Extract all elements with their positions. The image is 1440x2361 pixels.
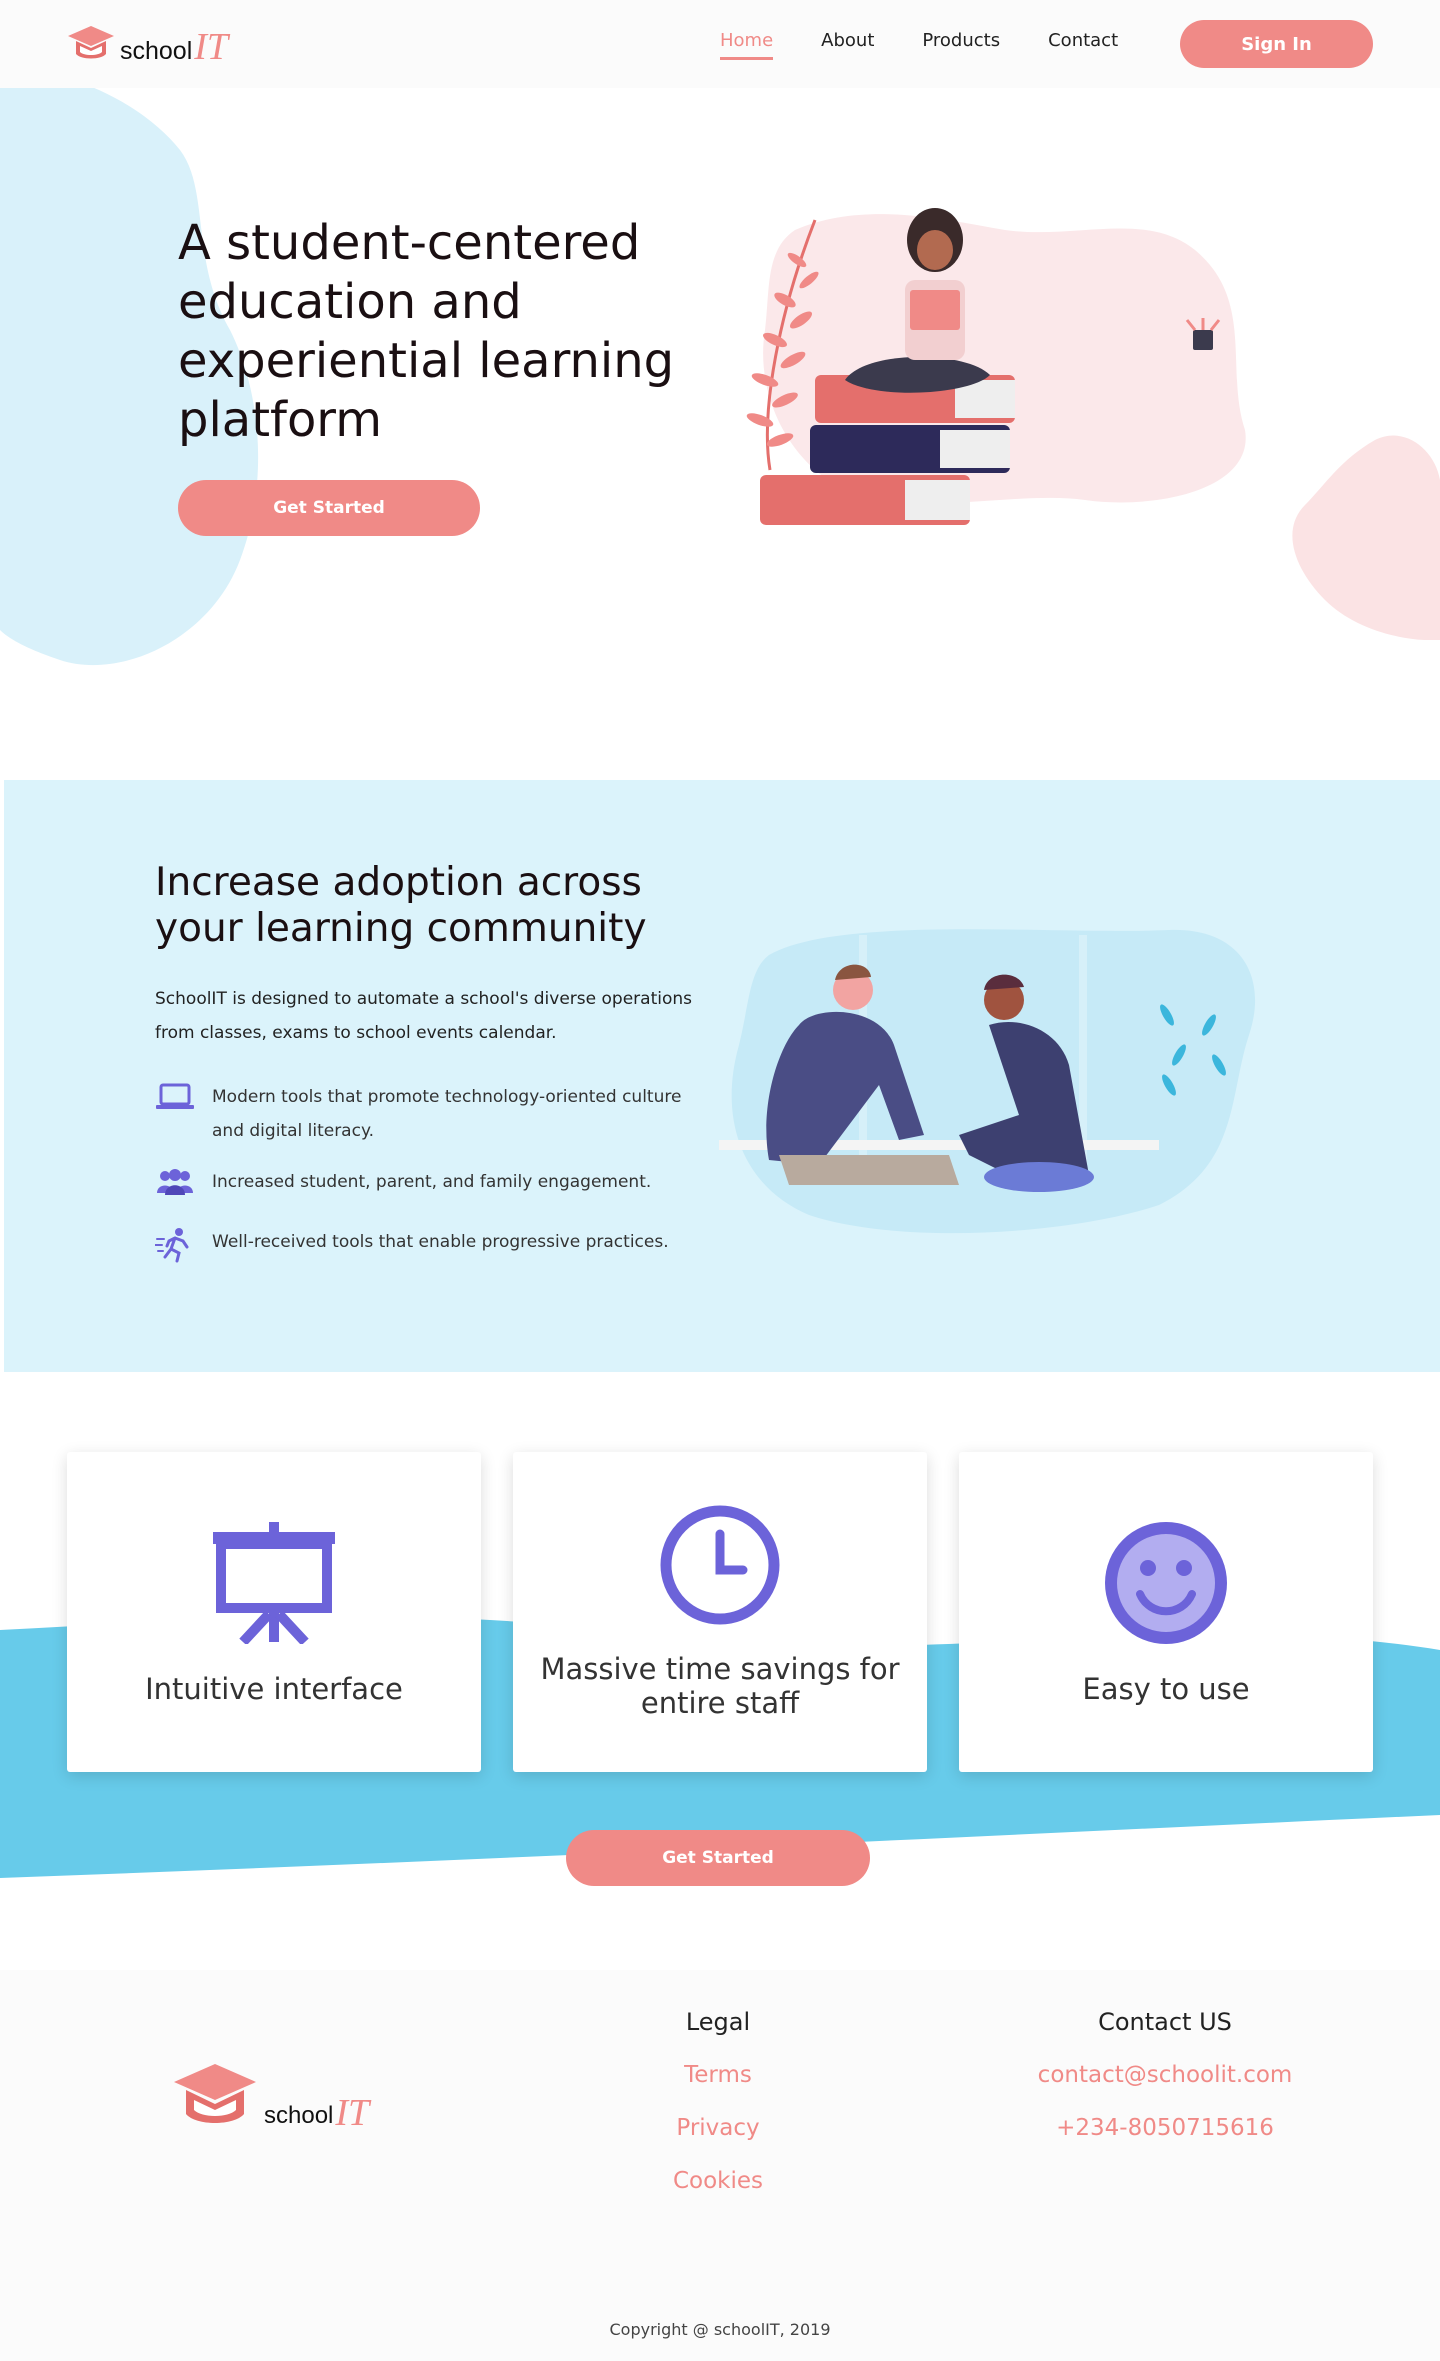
footer-contact-column: Contact US contact@schoolit.com +234-805… bbox=[965, 2008, 1365, 2167]
adoption-title: Increase adoption across your learning c… bbox=[155, 860, 647, 951]
adoption-section: Increase adoption across your learning c… bbox=[4, 780, 1440, 1372]
footer-contact-email[interactable]: contact@schoolit.com bbox=[965, 2061, 1365, 2114]
clock-icon bbox=[660, 1505, 780, 1625]
footer-contact-phone[interactable]: +234-8050715616 bbox=[965, 2114, 1365, 2167]
benefit-text: Well-received tools that enable progress… bbox=[212, 1232, 669, 1252]
nav-contact[interactable]: Contact bbox=[1048, 30, 1118, 60]
brand-name-school: school bbox=[120, 37, 193, 65]
people-group-icon bbox=[157, 1169, 193, 1195]
footer-brand-name-school: school bbox=[264, 2102, 334, 2129]
feature-card-label: Intuitive interface bbox=[145, 1672, 403, 1706]
site-header: school IT Home About Products Contact Si… bbox=[0, 0, 1440, 88]
students-discussion-illustration bbox=[719, 929, 1256, 1234]
site-footer: school IT Legal Terms Privacy Cookies Co… bbox=[0, 1970, 1440, 2361]
nav-about[interactable]: About bbox=[821, 30, 874, 60]
decorative-pink-blob bbox=[1292, 435, 1440, 640]
benefit-item: Increased student, parent, and family en… bbox=[155, 1165, 712, 1199]
sign-in-button[interactable]: Sign In bbox=[1180, 20, 1373, 68]
nav-home[interactable]: Home bbox=[720, 30, 774, 60]
adoption-description: SchoolIT is designed to automate a schoo… bbox=[155, 989, 692, 1043]
hero-reading-student-illustration bbox=[746, 208, 1246, 525]
feature-card: Easy to use bbox=[959, 1452, 1373, 1772]
feature-card: Intuitive interface bbox=[67, 1452, 481, 1772]
graduation-cap-icon bbox=[174, 2064, 256, 2123]
laptop-icon bbox=[156, 1083, 194, 1109]
feature-card-label: Massive time savings for entire staff bbox=[540, 1652, 900, 1720]
footer-contact-heading: Contact US bbox=[1098, 2008, 1232, 2036]
footer-brand-logo[interactable]: school IT bbox=[172, 2060, 369, 2132]
benefit-item: Modern tools that promote technology-ori… bbox=[155, 1080, 712, 1148]
graduation-cap-icon bbox=[68, 26, 114, 59]
feature-card-label: Easy to use bbox=[1082, 1672, 1250, 1706]
smiley-face-icon bbox=[1105, 1522, 1227, 1644]
footer-brand-name-it: IT bbox=[335, 2092, 370, 2134]
main-nav: Home About Products Contact bbox=[720, 30, 1166, 60]
benefit-text: Modern tools that promote technology-ori… bbox=[212, 1087, 682, 1141]
brand-name-it: IT bbox=[194, 26, 229, 68]
presentation-board-icon bbox=[213, 1522, 335, 1644]
hero-get-started-button[interactable]: Get Started bbox=[178, 480, 480, 536]
cards-get-started-button[interactable]: Get Started bbox=[566, 1830, 870, 1886]
feature-card: Massive time savings for entire staff bbox=[513, 1452, 927, 1772]
footer-link-cookies[interactable]: Cookies bbox=[518, 2167, 918, 2220]
brand-logo[interactable]: school IT bbox=[66, 22, 228, 66]
benefit-text: Increased student, parent, and family en… bbox=[212, 1172, 652, 1192]
hero-title: A student-centered education and experie… bbox=[178, 215, 675, 448]
footer-link-terms[interactable]: Terms bbox=[518, 2061, 918, 2114]
footer-legal-heading: Legal bbox=[685, 2008, 751, 2036]
benefit-item: Well-received tools that enable progress… bbox=[155, 1225, 712, 1263]
running-person-icon bbox=[155, 1228, 189, 1263]
nav-products[interactable]: Products bbox=[922, 30, 1000, 60]
footer-link-privacy[interactable]: Privacy bbox=[518, 2114, 918, 2167]
footer-legal-column: Legal Terms Privacy Cookies bbox=[518, 2008, 918, 2220]
copyright-text: Copyright @ schoolIT, 2019 bbox=[609, 2320, 831, 2339]
